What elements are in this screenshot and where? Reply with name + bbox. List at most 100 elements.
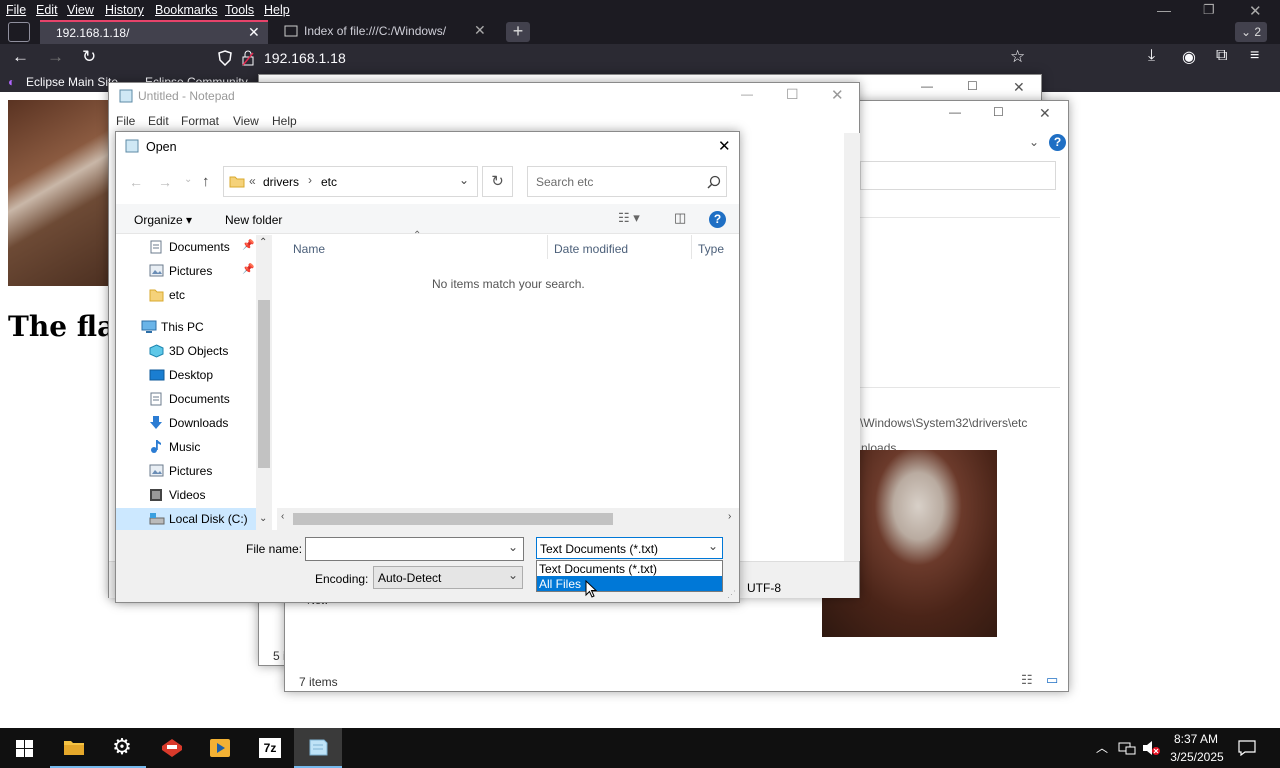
volume-muted-icon[interactable] — [1142, 740, 1160, 756]
nav-scrollbar[interactable]: ⌃ ⌄ — [256, 235, 272, 530]
up-arrow-icon[interactable]: ↑ — [202, 173, 210, 190]
ff-menu-edit[interactable]: Edit — [36, 3, 58, 17]
scroll-thumb[interactable] — [258, 300, 270, 468]
column-header-type[interactable]: Type — [698, 242, 724, 256]
notepad-menu-help[interactable]: Help — [272, 114, 297, 128]
tab-active[interactable]: 192.168.1.18/ ✕ — [40, 20, 268, 44]
tab-inactive[interactable]: Index of file:///C:/Windows/ ✕ — [276, 20, 496, 44]
notepad-menu-edit[interactable]: Edit — [148, 114, 169, 128]
file-name-field[interactable]: ⌄ — [305, 537, 524, 561]
chevron-down-icon[interactable]: ⌄ — [459, 173, 469, 187]
bookmark-item[interactable]: Eclipse Main Site — [26, 75, 118, 89]
close-icon[interactable]: ✕ — [1039, 105, 1051, 122]
nav-item-videos[interactable]: Videos — [116, 484, 256, 506]
menu-icon[interactable]: ≡ — [1250, 47, 1259, 65]
notification-icon[interactable] — [1238, 740, 1256, 756]
breadcrumb-overflow[interactable]: « — [249, 174, 256, 188]
extensions-icon[interactable]: ⧉ — [1216, 47, 1227, 65]
taskbar-app-gitkraken[interactable] — [148, 728, 196, 768]
column-divider[interactable] — [547, 235, 548, 259]
new-tab-button[interactable]: + — [506, 22, 530, 42]
details-view-icon[interactable]: ☷ — [1021, 672, 1033, 688]
downloads-icon[interactable]: ⤓ — [1148, 47, 1155, 65]
preview-view-icon[interactable]: ▭ — [1046, 672, 1058, 688]
taskbar-app-file-explorer[interactable] — [50, 728, 98, 768]
close-icon[interactable]: ✕ — [1013, 79, 1025, 96]
scroll-thumb[interactable] — [293, 513, 613, 525]
notepad-menu-view[interactable]: View — [233, 114, 259, 128]
search-input[interactable]: Search etc — [527, 166, 727, 197]
ff-menu-file[interactable]: File — [6, 3, 26, 17]
nav-item-desktop[interactable]: Desktop — [116, 364, 256, 386]
tab-list-button[interactable]: ⌄ 2 — [1235, 22, 1267, 42]
column-divider[interactable] — [691, 235, 692, 259]
chevron-down-icon[interactable]: ⌄ — [708, 539, 718, 553]
lock-icon[interactable] — [242, 50, 254, 66]
vertical-scrollbar[interactable] — [844, 133, 860, 561]
forward-arrow-icon[interactable]: → — [158, 174, 172, 190]
preview-pane-icon[interactable]: ◫ — [674, 210, 686, 226]
close-icon[interactable]: ✕ — [474, 22, 486, 39]
file-type-option[interactable]: Text Documents (*.txt) — [537, 561, 722, 576]
shield-icon[interactable] — [218, 50, 232, 66]
ff-menu-bookmarks[interactable]: Bookmarks — [155, 3, 218, 17]
nav-item-downloads[interactable]: Downloads — [116, 412, 256, 434]
scroll-right-icon[interactable]: › — [728, 511, 731, 522]
encoding-select[interactable]: Auto-Detect ⌄ — [373, 566, 523, 589]
tab-manager-icon[interactable] — [8, 22, 30, 42]
close-icon[interactable]: ✕ — [831, 86, 844, 104]
maximize-icon[interactable]: ☐ — [967, 79, 978, 93]
taskbar-app-notepad[interactable] — [294, 728, 342, 768]
recent-dropdown-icon[interactable]: ⌄ — [184, 174, 192, 185]
nav-item-local-disk-selected[interactable]: Local Disk (C:) — [116, 508, 256, 530]
minimize-icon[interactable]: — — [921, 79, 933, 93]
ff-menu-help[interactable]: Help — [264, 3, 290, 17]
notepad-menu-format[interactable]: Format — [181, 114, 219, 128]
nav-item-3d-objects[interactable]: 3D Objects — [116, 340, 256, 362]
chevron-down-icon[interactable]: ⌄ — [1029, 135, 1039, 149]
close-icon[interactable]: ✕ — [1249, 2, 1262, 20]
file-type-option-highlighted[interactable]: All Files — [537, 576, 722, 591]
help-icon[interactable]: ? — [709, 211, 726, 228]
nav-item-this-pc[interactable]: This PC — [116, 316, 256, 338]
close-icon[interactable]: ✕ — [248, 24, 260, 41]
address-bar[interactable]: « drivers › etc ⌄ — [223, 166, 478, 197]
column-header-date[interactable]: Date modified — [554, 242, 628, 256]
minimize-icon[interactable]: — — [741, 87, 753, 101]
refresh-icon[interactable]: ↻ — [482, 166, 513, 197]
horizontal-scrollbar[interactable]: ‹ › — [277, 508, 739, 530]
restore-icon[interactable]: ❐ — [1203, 2, 1215, 18]
back-arrow-icon[interactable]: ← — [129, 174, 143, 190]
maximize-icon[interactable]: ☐ — [786, 86, 799, 103]
nav-item-music[interactable]: Music — [116, 436, 256, 458]
view-options-icon[interactable]: ☷ ▾ — [618, 210, 640, 226]
search-box[interactable] — [860, 161, 1056, 190]
notepad-menu-file[interactable]: File — [116, 114, 135, 128]
nav-item-etc[interactable]: etc — [116, 284, 256, 306]
clock-date[interactable]: 3/25/2025 — [1167, 750, 1227, 764]
nav-item-documents-pinned[interactable]: Documents 📌 — [116, 236, 256, 258]
chevron-down-icon[interactable]: ⌄ — [508, 540, 518, 554]
chevron-up-icon[interactable]: ︿ — [1096, 739, 1108, 756]
nav-item-pictures-pinned[interactable]: Pictures 📌 — [116, 260, 256, 282]
file-type-select[interactable]: Text Documents (*.txt) ⌄ — [536, 537, 723, 559]
minimize-icon[interactable]: — — [1157, 2, 1171, 18]
resize-grip-icon[interactable]: ⋰ — [727, 589, 736, 600]
maximize-icon[interactable]: ☐ — [993, 105, 1004, 119]
organize-button[interactable]: Organize ▾ — [134, 213, 192, 227]
breadcrumb-etc[interactable]: etc — [321, 175, 337, 189]
taskbar-app-settings[interactable]: ⚙ — [98, 728, 146, 768]
ff-menu-tools[interactable]: Tools — [225, 3, 254, 17]
ff-menu-view[interactable]: View — [67, 3, 94, 17]
taskbar-app-media-player[interactable] — [196, 728, 244, 768]
chevron-down-icon[interactable]: ⌄ — [508, 568, 518, 582]
clock-time[interactable]: 8:37 AM — [1172, 732, 1220, 746]
reload-icon[interactable]: ↻ — [82, 47, 96, 67]
taskbar-app-7zip[interactable]: 7z — [246, 728, 294, 768]
nav-item-pictures[interactable]: Pictures — [116, 460, 256, 482]
ff-menu-history[interactable]: History — [105, 3, 144, 17]
back-arrow-icon[interactable]: ← — [12, 47, 29, 67]
nav-item-documents[interactable]: Documents — [116, 388, 256, 410]
breadcrumb-drivers[interactable]: drivers — [263, 175, 299, 189]
scroll-down-icon[interactable]: ⌄ — [259, 513, 267, 524]
